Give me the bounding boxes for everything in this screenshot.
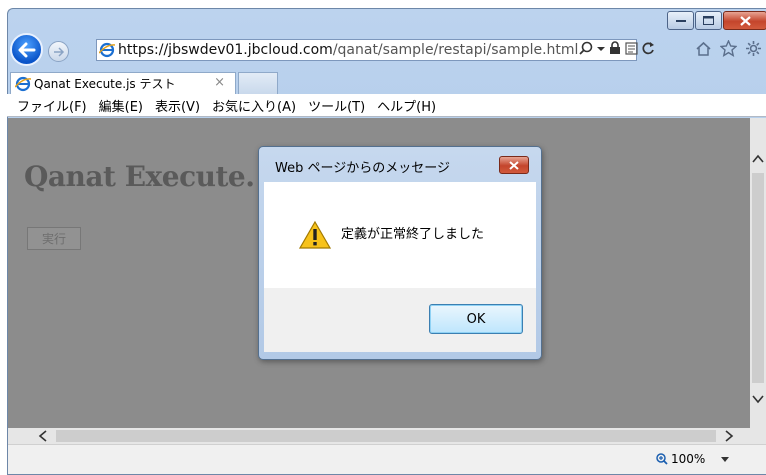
scroll-down-icon[interactable] xyxy=(750,392,766,406)
menu-edit[interactable]: 編集(E) xyxy=(99,96,143,115)
page-title: Qanat Execute. xyxy=(24,160,255,193)
menu-help[interactable]: ヘルプ(H) xyxy=(377,96,436,115)
url-text: https://jbswdev01.jbcloud.com/qanat/samp… xyxy=(118,42,579,58)
close-icon xyxy=(739,15,751,26)
favorites-star-icon[interactable] xyxy=(720,40,737,57)
menu-tools[interactable]: ツール(T) xyxy=(308,96,365,115)
dialog-message: 定義が正常終了しました xyxy=(341,227,485,242)
dialog-close-button[interactable] xyxy=(499,156,529,174)
zoom-icon xyxy=(656,453,668,465)
menu-bar: ファイル(F) 編集(E) 表示(V) お気に入り(A) ツール(T) ヘルプ(… xyxy=(7,94,766,117)
vertical-scrollbar[interactable] xyxy=(750,118,766,428)
tab-close-icon[interactable]: × xyxy=(214,75,225,90)
ie-page-icon xyxy=(99,42,115,58)
back-arrow-icon xyxy=(18,42,35,57)
minimize-button[interactable] xyxy=(667,11,694,30)
browser-toolbar-icons xyxy=(695,40,762,57)
zoom-control[interactable]: 100% xyxy=(656,452,730,466)
caption-buttons xyxy=(666,11,766,30)
ie-tab-icon xyxy=(15,76,31,91)
maximize-button[interactable] xyxy=(695,11,722,30)
tab-title: Qanat Execute.js テスト xyxy=(34,77,176,91)
forward-button[interactable] xyxy=(48,41,69,62)
dialog-title: Web ページからのメッセージ xyxy=(275,161,450,176)
address-bar[interactable]: https://jbswdev01.jbcloud.com/qanat/samp… xyxy=(96,39,637,61)
refresh-icon[interactable] xyxy=(642,41,655,55)
horizontal-scroll-thumb[interactable] xyxy=(56,430,716,442)
scroll-up-icon[interactable] xyxy=(750,152,766,166)
scroll-right-icon[interactable] xyxy=(722,428,736,444)
zoom-dropdown-icon[interactable] xyxy=(720,455,730,463)
run-button[interactable]: 実行 xyxy=(27,227,81,250)
warning-icon xyxy=(299,220,331,249)
new-tab-button[interactable] xyxy=(238,72,278,94)
compatibility-view-icon[interactable] xyxy=(625,41,638,55)
menu-view[interactable]: 表示(V) xyxy=(155,96,200,115)
ok-button[interactable]: OK xyxy=(429,304,523,334)
horizontal-scrollbar[interactable] xyxy=(8,428,766,444)
menu-file[interactable]: ファイル(F) xyxy=(17,96,87,115)
lock-icon[interactable] xyxy=(609,41,621,55)
vertical-scroll-thumb[interactable] xyxy=(752,173,764,383)
scroll-left-icon[interactable] xyxy=(36,428,50,444)
zoom-level: 100% xyxy=(671,452,706,466)
minimize-icon xyxy=(675,19,686,22)
dropdown-arrow-icon[interactable] xyxy=(597,41,605,55)
message-dialog: Web ページからのメッセージ 定義が正常終了しました OK xyxy=(258,146,542,360)
forward-arrow-icon xyxy=(53,46,64,57)
address-bar-tools xyxy=(579,41,655,55)
settings-gear-icon[interactable] xyxy=(745,40,762,57)
window-close-button[interactable] xyxy=(723,11,766,30)
back-button[interactable] xyxy=(10,33,43,66)
search-icon[interactable] xyxy=(579,41,593,55)
status-bar: 100% xyxy=(8,444,766,474)
tab-strip: Qanat Execute.js テスト × xyxy=(7,71,766,94)
tab-active[interactable]: Qanat Execute.js テスト × xyxy=(10,72,236,94)
maximize-icon xyxy=(703,16,714,25)
close-icon xyxy=(509,160,519,170)
home-icon[interactable] xyxy=(695,40,712,57)
menu-favorites[interactable]: お気に入り(A) xyxy=(212,96,296,115)
